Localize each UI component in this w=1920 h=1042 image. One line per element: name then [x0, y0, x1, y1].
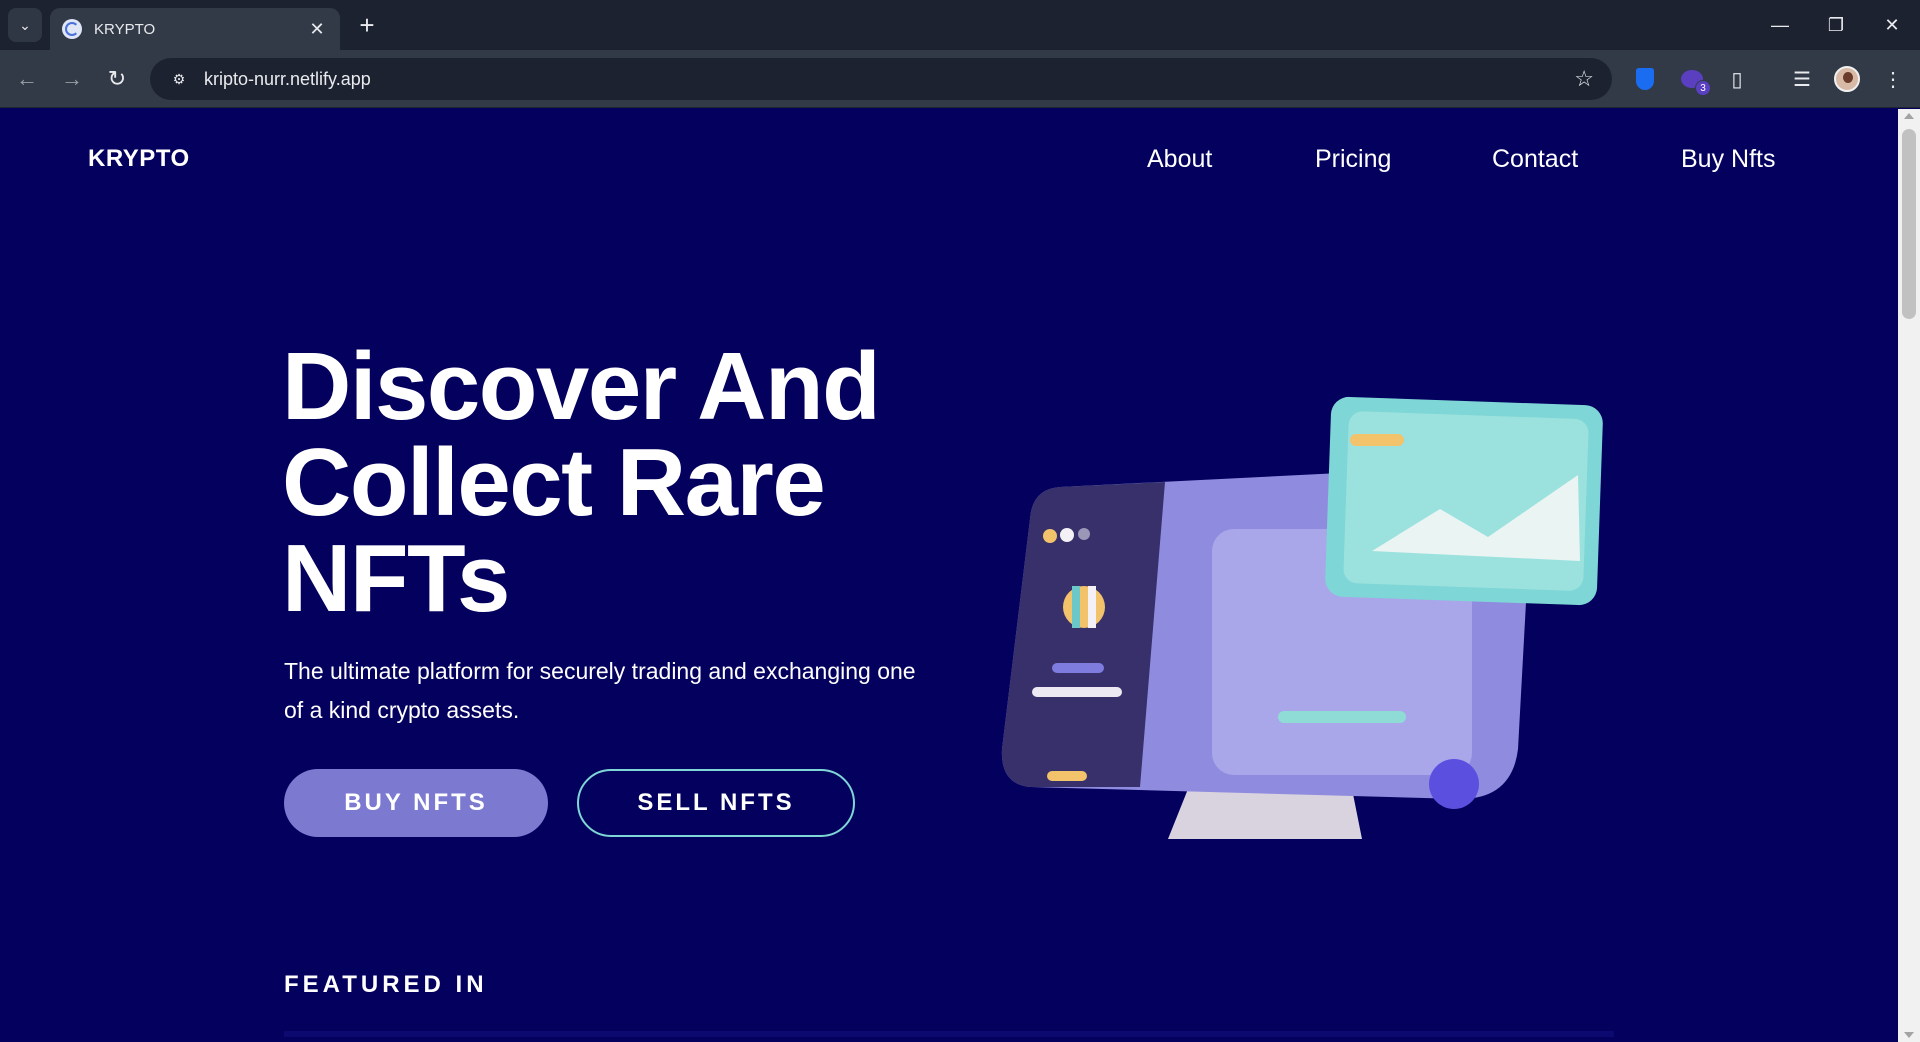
restore-button[interactable]: ❐ — [1808, 0, 1864, 50]
shield-extension-icon[interactable] — [1628, 62, 1662, 96]
forward-button[interactable]: → — [55, 62, 89, 96]
nav-item-about[interactable]: About — [1147, 145, 1212, 174]
hero-title-line: Discover And — [282, 333, 881, 440]
site-info-icon[interactable]: ⚙ — [164, 64, 194, 94]
media-control-icon[interactable]: ☰ — [1785, 62, 1819, 96]
minimize-button[interactable]: — — [1752, 0, 1808, 50]
browser-toolbar: ← → ↻ ⚙ kripto-nurr.netlify.app ☆ 3 ▯ ☰ … — [0, 50, 1920, 108]
featured-logos-strip — [284, 1031, 1614, 1037]
tab-search-button[interactable]: ⌄ — [8, 8, 42, 42]
nft-monitor-illustration — [1001, 396, 1603, 839]
window-controls: — ❐ ✕ — [1752, 0, 1920, 50]
close-window-button[interactable]: ✕ — [1864, 0, 1920, 50]
profile-avatar[interactable] — [1830, 62, 1864, 96]
web-page: KRYPTO About Pricing Contact Buy Nfts Di… — [0, 109, 1898, 1042]
extension-badge-count: 3 — [1695, 80, 1711, 96]
tab-title: KRYPTO — [94, 20, 156, 38]
browser-tab-strip: ⌄ KRYPTO ✕ + — ❐ ✕ — [0, 0, 1920, 50]
chevron-down-icon: ⌄ — [19, 16, 31, 33]
hero-title-line: Collect Rare — [282, 429, 826, 536]
browser-tab[interactable]: KRYPTO ✕ — [50, 8, 340, 50]
nav-item-pricing[interactable]: Pricing — [1315, 145, 1391, 174]
extensions-puzzle-icon[interactable]: ▯ — [1720, 62, 1754, 96]
buy-nfts-button[interactable]: BUY NFTS — [284, 769, 548, 837]
nav-item-contact[interactable]: Contact — [1492, 145, 1578, 174]
page-scrollbar[interactable] — [1898, 109, 1920, 1042]
reload-button[interactable]: ↻ — [100, 62, 134, 96]
hero-title-line: NFTs — [282, 525, 510, 632]
hero-title: Discover And Collect Rare NFTs — [282, 339, 982, 627]
bookmark-star-icon[interactable]: ☆ — [1574, 66, 1594, 92]
scrollbar-thumb[interactable] — [1902, 129, 1916, 319]
site-logo[interactable]: KRYPTO — [88, 145, 190, 173]
sell-nfts-button[interactable]: SELL NFTS — [577, 769, 855, 837]
featured-in-heading: FEATURED IN — [284, 971, 488, 998]
url-text[interactable]: kripto-nurr.netlify.app — [204, 69, 1574, 90]
nav-item-buy-nfts[interactable]: Buy Nfts — [1681, 145, 1775, 174]
site-favicon-icon — [62, 19, 82, 39]
hero-subtitle: The ultimate platform for securely tradi… — [284, 658, 916, 723]
back-button[interactable]: ← — [10, 62, 44, 96]
address-bar[interactable]: ⚙ kripto-nurr.netlify.app ☆ — [150, 58, 1612, 100]
browser-menu-icon[interactable]: ⋮ — [1876, 62, 1910, 96]
new-tab-button[interactable]: + — [352, 10, 382, 40]
scroll-down-arrow-icon[interactable] — [1904, 1032, 1914, 1038]
scroll-up-arrow-icon[interactable] — [1904, 113, 1914, 119]
close-tab-icon[interactable]: ✕ — [306, 19, 328, 40]
extension-badge-icon[interactable]: 3 — [1675, 62, 1711, 96]
